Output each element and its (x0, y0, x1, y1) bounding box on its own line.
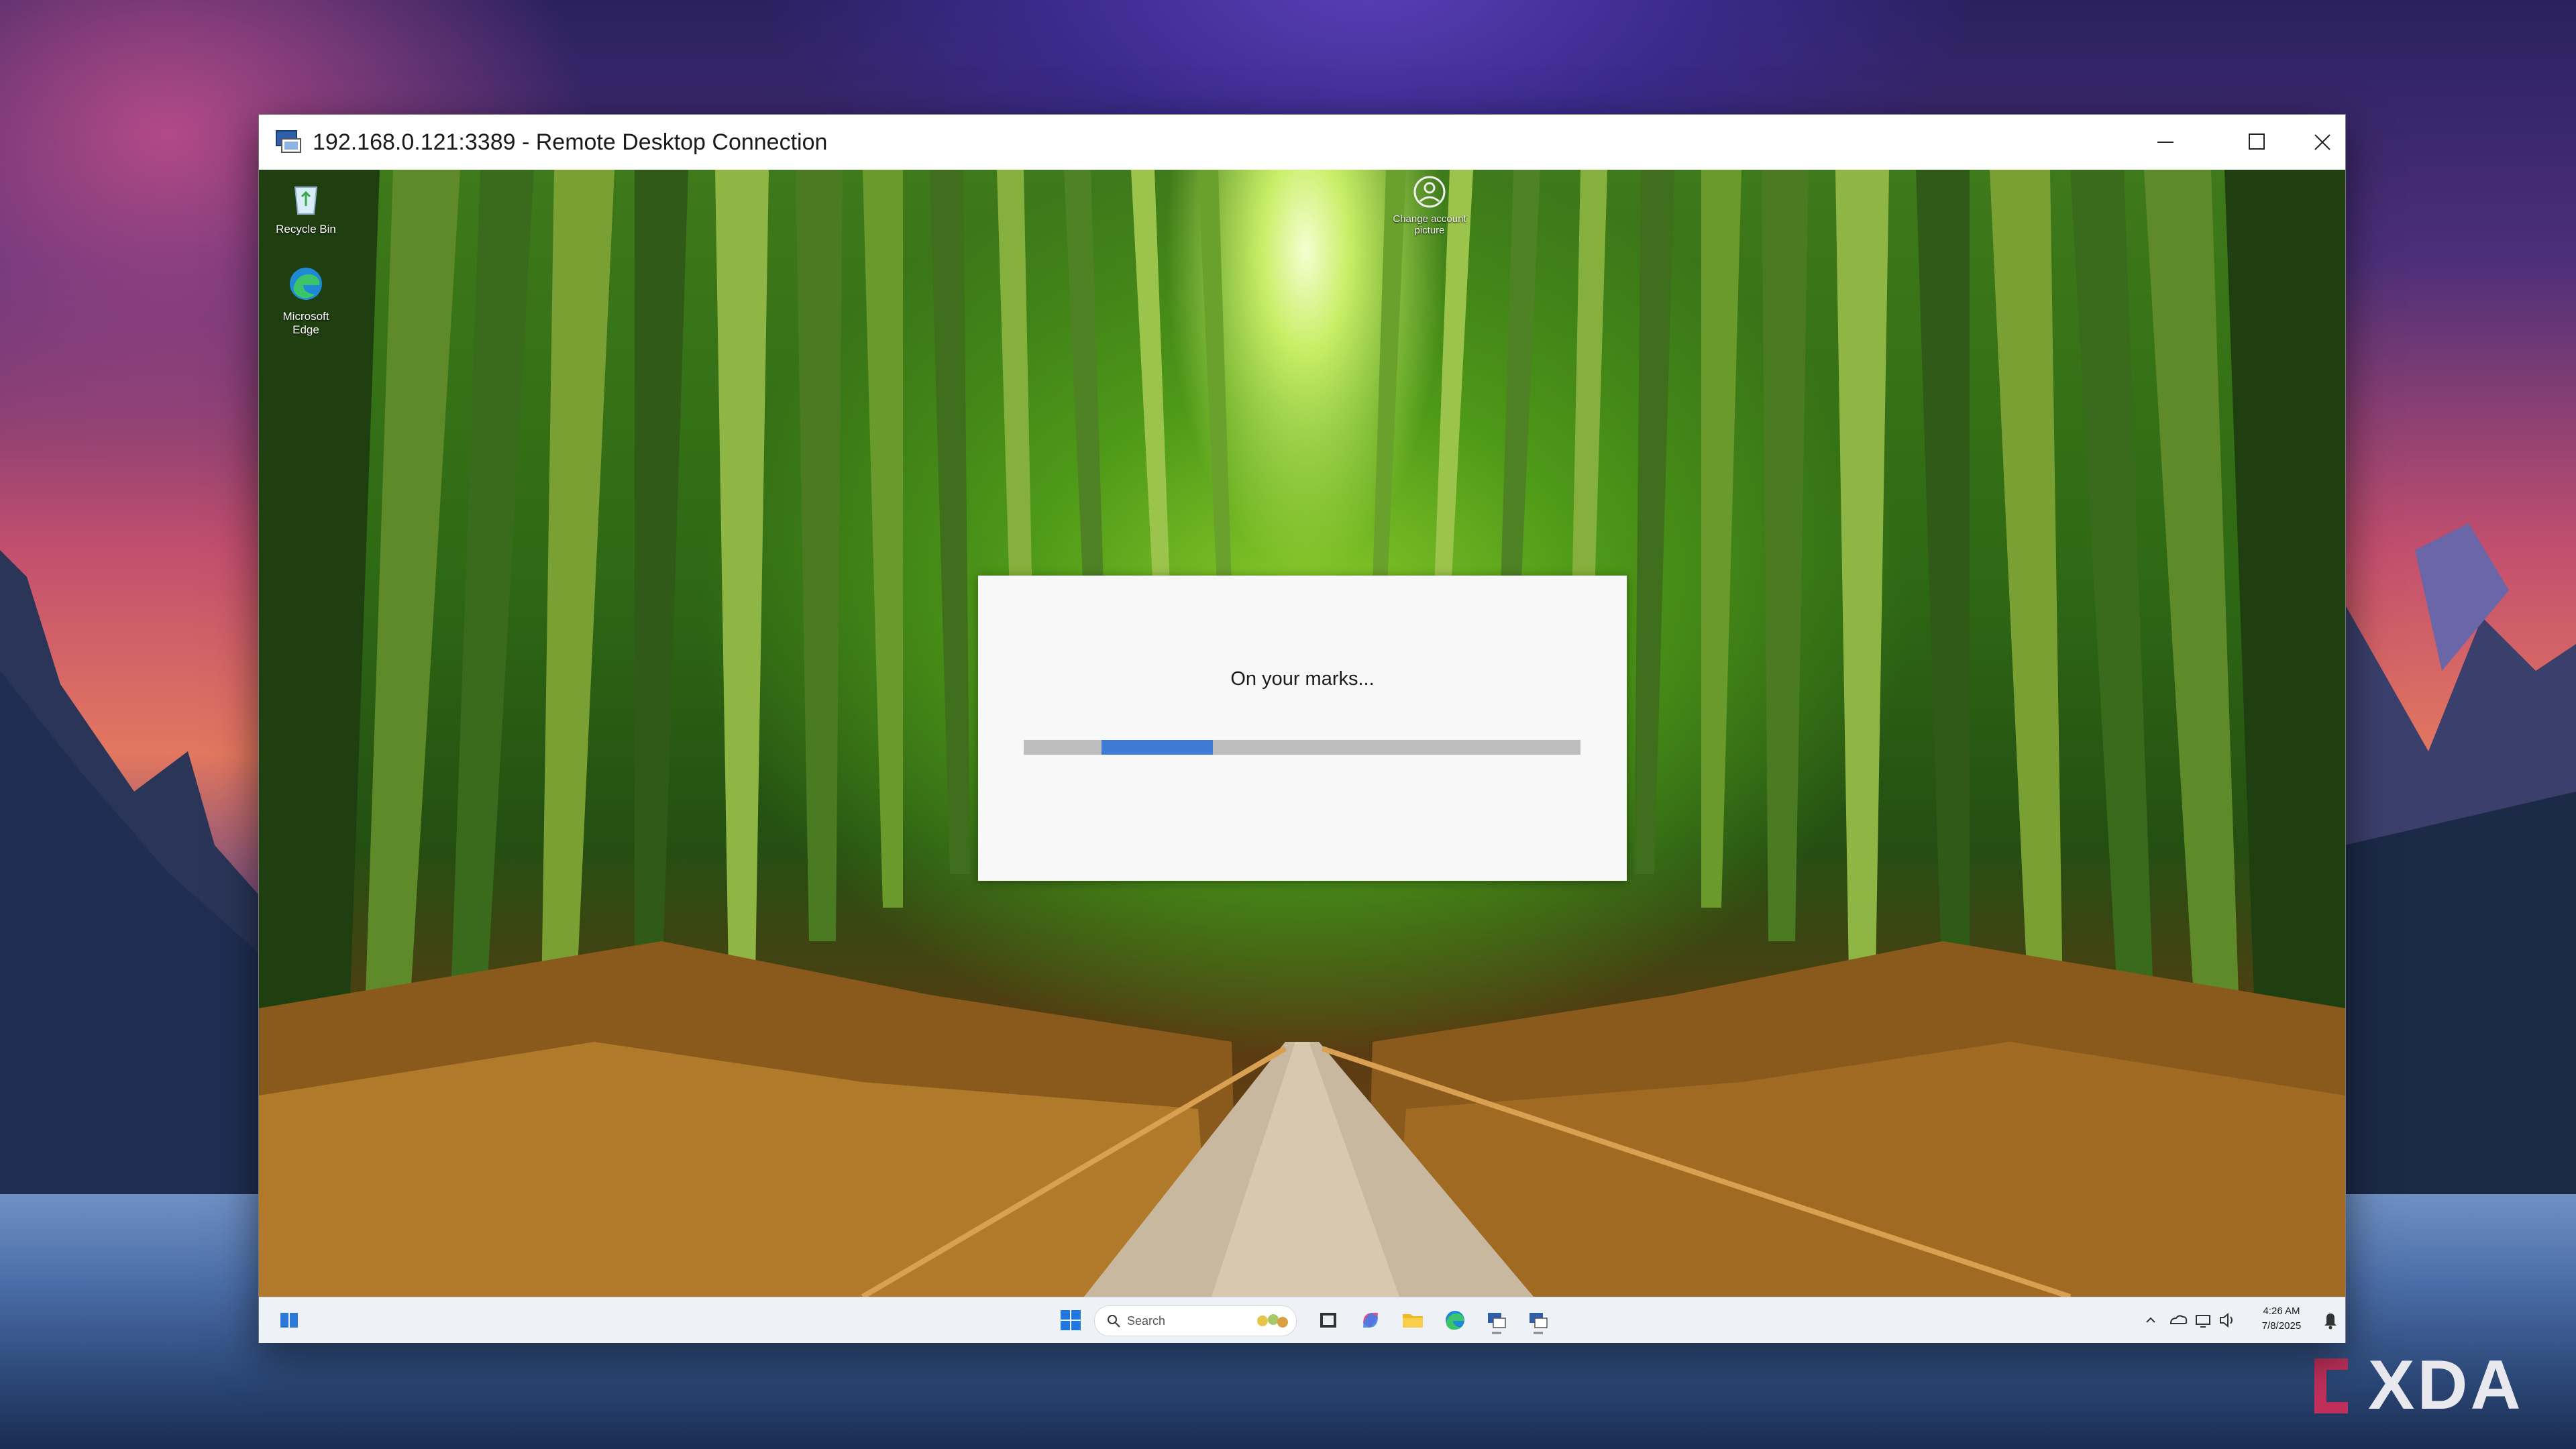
clock-time: 4:26 AM (2263, 1305, 2300, 1317)
account-picture-label: Change account picture (1393, 213, 1466, 236)
edge-label: Microsoft Edge (282, 310, 329, 336)
xda-bracket-icon (2314, 1358, 2348, 1413)
taskbar-clock[interactable]: 4:26 AM 7/8/2025 (2245, 1304, 2318, 1334)
recycle-bin-icon (294, 186, 318, 215)
remote-desktop-app-icon (276, 130, 301, 153)
search-highlight-icon (1257, 1314, 1288, 1328)
remote-desktop-icon[interactable] (1521, 1303, 1555, 1337)
recycle-bin-label: Recycle Bin (276, 223, 336, 235)
chevron-up-icon[interactable] (2137, 1303, 2164, 1337)
user-circle-icon (1413, 176, 1446, 208)
progress-bar (1024, 740, 1580, 755)
edge-icon (290, 268, 322, 300)
remote-desktop-icon[interactable] (1480, 1303, 1513, 1337)
account-picture-shortcut[interactable]: Change account picture (1386, 173, 1473, 236)
title-bar[interactable]: 192.168.0.121:3389 - Remote Desktop Conn… (259, 115, 2345, 170)
volume-icon[interactable] (2215, 1303, 2239, 1337)
edge-icon[interactable] (1438, 1303, 1472, 1337)
copilot-icon[interactable] (1354, 1303, 1387, 1337)
window-title: 192.168.0.121:3389 - Remote Desktop Conn… (313, 129, 828, 155)
taskbar-search-box[interactable]: Search (1094, 1305, 1297, 1336)
file-explorer-icon[interactable] (1396, 1303, 1430, 1337)
widgets-icon[interactable] (272, 1303, 306, 1337)
remote-taskbar: Search 4:26 AM 7/8/2025 (259, 1297, 2345, 1343)
maximize-button[interactable] (2214, 115, 2302, 170)
dialog-message: On your marks... (1230, 668, 1375, 690)
network-icon[interactable] (2191, 1303, 2215, 1337)
task-view-icon[interactable] (1312, 1303, 1346, 1337)
search-label: Search (1127, 1314, 1166, 1328)
edge-shortcut[interactable]: Microsoft Edge (272, 264, 339, 337)
recycle-bin-shortcut[interactable]: Recycle Bin (272, 176, 339, 236)
start-icon[interactable] (1054, 1303, 1087, 1337)
remote-desktop-window[interactable]: 192.168.0.121:3389 - Remote Desktop Conn… (258, 114, 2346, 1343)
remote-desktop-screen[interactable]: Recycle Bin Microsoft Edge Change accoun… (259, 170, 2345, 1297)
minimize-button[interactable] (2127, 115, 2214, 170)
xda-watermark: XDA (2308, 1348, 2556, 1422)
host-desktop-wallpaper: XDA 192.168.0.121:3389 - Remote Desktop … (0, 0, 2576, 1449)
close-button[interactable] (2302, 115, 2345, 170)
notification-bell-icon[interactable] (2318, 1303, 2343, 1337)
progress-indicator (1102, 740, 1213, 755)
search-icon (1108, 1315, 1120, 1328)
xda-text: XDA (2368, 1346, 2524, 1424)
clock-date: 7/8/2025 (2261, 1320, 2302, 1332)
onedrive-icon[interactable] (2164, 1303, 2191, 1337)
setup-progress-dialog: On your marks... (978, 576, 1627, 881)
